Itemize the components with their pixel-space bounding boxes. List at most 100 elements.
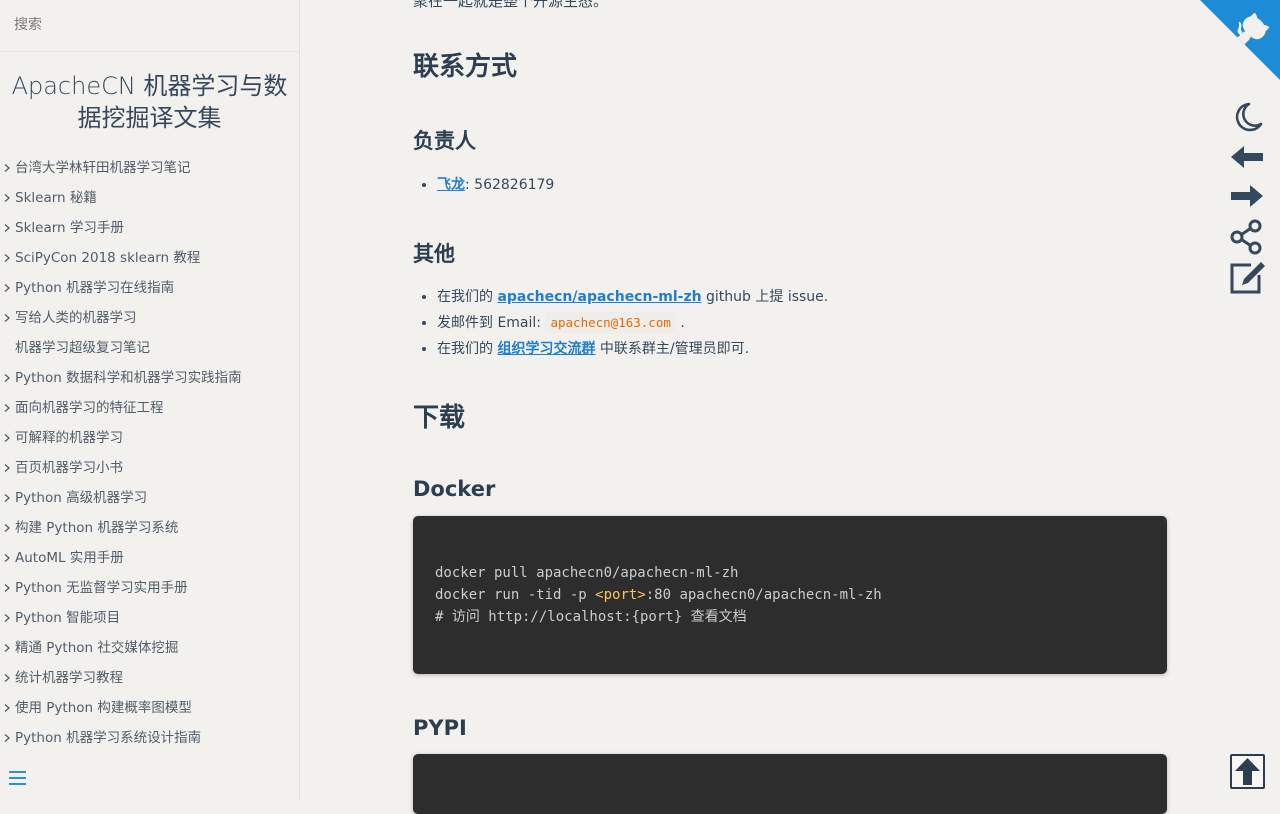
list-text: 中联系群主/管理员即可. <box>595 341 750 357</box>
sidebar-item-label: Python 智能项目 <box>15 610 121 626</box>
sidebar-item-label: 构建 Python 机器学习系统 <box>15 520 179 536</box>
owner-link[interactable]: 飞龙 <box>437 177 465 193</box>
sidebar-item[interactable]: 精通 Python 社交媒体挖掘 <box>0 633 299 663</box>
list-text: 在我们的 <box>437 289 498 305</box>
sidebar-item[interactable]: Python 无监督学习实用手册 <box>0 573 299 603</box>
sidebar-fade <box>0 754 299 800</box>
chevron-right-icon <box>4 644 10 652</box>
paragraph-text: 聚在一起就是整个开源生态。 <box>413 0 609 10</box>
chevron-right-icon <box>4 464 10 472</box>
sidebar-item[interactable]: 统计机器学习教程 <box>0 663 299 693</box>
sidebar-item[interactable]: SciPyCon 2018 sklearn 教程 <box>0 243 299 273</box>
sidebar-item-label: 写给人类的机器学习 <box>15 310 137 326</box>
sidebar-item[interactable]: 构建 Python 机器学习系统 <box>0 513 299 543</box>
moon-icon[interactable] <box>1229 101 1265 133</box>
chevron-right-icon <box>4 284 10 292</box>
repo-link[interactable]: apachecn/apachecn-ml-zh <box>497 289 701 305</box>
sidebar-item[interactable]: Python 数据科学和机器学习实践指南 <box>0 363 299 393</box>
other-list: 在我们的 apachecn/apachecn-ml-zh github 上提 i… <box>413 284 828 362</box>
list-item: 发邮件到 Email: apachecn@163.com . <box>437 310 828 336</box>
edit-icon[interactable] <box>1229 261 1265 294</box>
chevron-right-icon <box>4 524 10 532</box>
owner-list: 飞龙: 562826179 <box>413 172 554 198</box>
heading-download: 下载 <box>413 403 466 433</box>
sidebar-item[interactable]: Python 智能项目 <box>0 603 299 633</box>
chevron-right-icon <box>4 194 10 202</box>
arrow-left-icon[interactable] <box>1229 141 1265 173</box>
chevron-right-icon <box>4 224 10 232</box>
sidebar-item-label: 机器学习超级复习笔记 <box>15 340 150 356</box>
back-to-top-button[interactable] <box>1230 754 1265 789</box>
sidebar-item-label: 精通 Python 社交媒体挖掘 <box>15 640 179 656</box>
sidebar-item-label: Python 机器学习在线指南 <box>15 280 175 296</box>
heading-contact: 联系方式 <box>413 52 518 82</box>
sidebar-item-label: 统计机器学习教程 <box>15 670 123 686</box>
sidebar-item[interactable]: 机器学习超级复习笔记 <box>0 333 299 363</box>
email-code: apachecn@163.com <box>545 312 676 333</box>
chevron-right-icon <box>4 734 10 742</box>
main-content: 聚在一起就是整个开源生态。 联系方式 负责人 飞龙: 562826179 其他 … <box>413 0 1167 814</box>
docker-code-block[interactable]: docker pull apachecn0/apachecn-ml-zh doc… <box>413 516 1167 674</box>
list-item: 在我们的 组织学习交流群 中联系群主/管理员即可. <box>437 336 828 362</box>
sidebar: ApacheCN 机器学习与数据挖掘译文集 台湾大学林轩田机器学习笔记 Sklea… <box>0 0 300 800</box>
sidebar-item-label: Python 机器学习系统设计指南 <box>15 730 202 746</box>
sidebar-item[interactable]: 可解释的机器学习 <box>0 423 299 453</box>
search-box <box>0 0 299 52</box>
list-item: 飞龙: 562826179 <box>437 172 554 198</box>
sidebar-item[interactable]: Sklearn 秘籍 <box>0 183 299 213</box>
sidebar-item-label: Python 高级机器学习 <box>15 490 148 506</box>
list-text: github 上提 issue. <box>701 289 829 305</box>
sidebar-item[interactable]: 台湾大学林轩田机器学习笔记 <box>0 153 299 183</box>
code-line: docker run -tid -p <port>:80 apachecn0/a… <box>435 584 1145 606</box>
chevron-right-icon <box>4 164 10 172</box>
sidebar-item[interactable]: Sklearn 学习手册 <box>0 213 299 243</box>
code-text: docker run -tid -p <box>435 587 596 603</box>
sidebar-item[interactable]: 使用 Python 构建概率图模型 <box>0 693 299 723</box>
chevron-right-icon <box>4 494 10 502</box>
sidebar-item-label: Sklearn 学习手册 <box>15 220 124 236</box>
chevron-right-icon <box>4 554 10 562</box>
list-text: . <box>675 315 685 331</box>
sidebar-item-label: Python 数据科学和机器学习实践指南 <box>15 370 242 386</box>
code-line: # 访问 http://localhost:{port} 查看文档 <box>435 609 747 625</box>
list-text: 在我们的 <box>437 341 498 357</box>
code-tag: <port> <box>595 587 646 603</box>
sidebar-item[interactable]: Python 高级机器学习 <box>0 483 299 513</box>
sidebar-item[interactable]: 面向机器学习的特征工程 <box>0 393 299 423</box>
menu-icon[interactable] <box>8 768 28 788</box>
sidebar-nav: 台湾大学林轩田机器学习笔记 Sklearn 秘籍 Sklearn 学习手册 SciPy… <box>0 153 299 753</box>
heading-other: 其他 <box>413 242 455 266</box>
chevron-right-icon <box>4 674 10 682</box>
chevron-right-icon <box>4 314 10 322</box>
owner-qq: : 562826179 <box>465 177 555 193</box>
share-icon[interactable] <box>1229 219 1265 255</box>
chevron-right-icon <box>4 704 10 712</box>
heading-docker: Docker <box>413 477 496 501</box>
chevron-right-icon <box>4 584 10 592</box>
arrow-right-icon[interactable] <box>1229 180 1265 212</box>
sidebar-item[interactable]: 写给人类的机器学习 <box>0 303 299 333</box>
chevron-right-icon <box>4 404 10 412</box>
sidebar-item[interactable]: AutoML 实用手册 <box>0 543 299 573</box>
pypi-code-block[interactable] <box>413 754 1167 814</box>
list-text: 发邮件到 Email: <box>437 315 546 331</box>
sidebar-item-label: 台湾大学林轩田机器学习笔记 <box>15 160 191 176</box>
heading-owner: 负责人 <box>413 129 476 153</box>
arrow-up-icon <box>1235 758 1260 785</box>
chevron-right-icon <box>4 254 10 262</box>
sidebar-item-label: SciPyCon 2018 sklearn 教程 <box>15 250 201 266</box>
sidebar-item-label: Python 无监督学习实用手册 <box>15 580 188 596</box>
chevron-right-icon <box>4 614 10 622</box>
sidebar-item-label: 百页机器学习小书 <box>15 460 123 476</box>
app-name[interactable]: ApacheCN 机器学习与数据挖掘译文集 <box>0 70 299 134</box>
search-input[interactable] <box>14 14 284 36</box>
sidebar-item-label: Sklearn 秘籍 <box>15 190 97 206</box>
code-line: docker pull apachecn0/apachecn-ml-zh <box>435 565 739 581</box>
sidebar-item[interactable]: Python 机器学习在线指南 <box>0 273 299 303</box>
sidebar-item[interactable]: Python 机器学习系统设计指南 <box>0 723 299 753</box>
sidebar-item-label: AutoML 实用手册 <box>15 550 124 566</box>
group-link[interactable]: 组织学习交流群 <box>497 341 595 357</box>
sidebar-item[interactable]: 百页机器学习小书 <box>0 453 299 483</box>
code-text: :80 apachecn0/apachecn-ml-zh <box>645 587 882 603</box>
github-corner-icon[interactable] <box>1200 0 1280 80</box>
